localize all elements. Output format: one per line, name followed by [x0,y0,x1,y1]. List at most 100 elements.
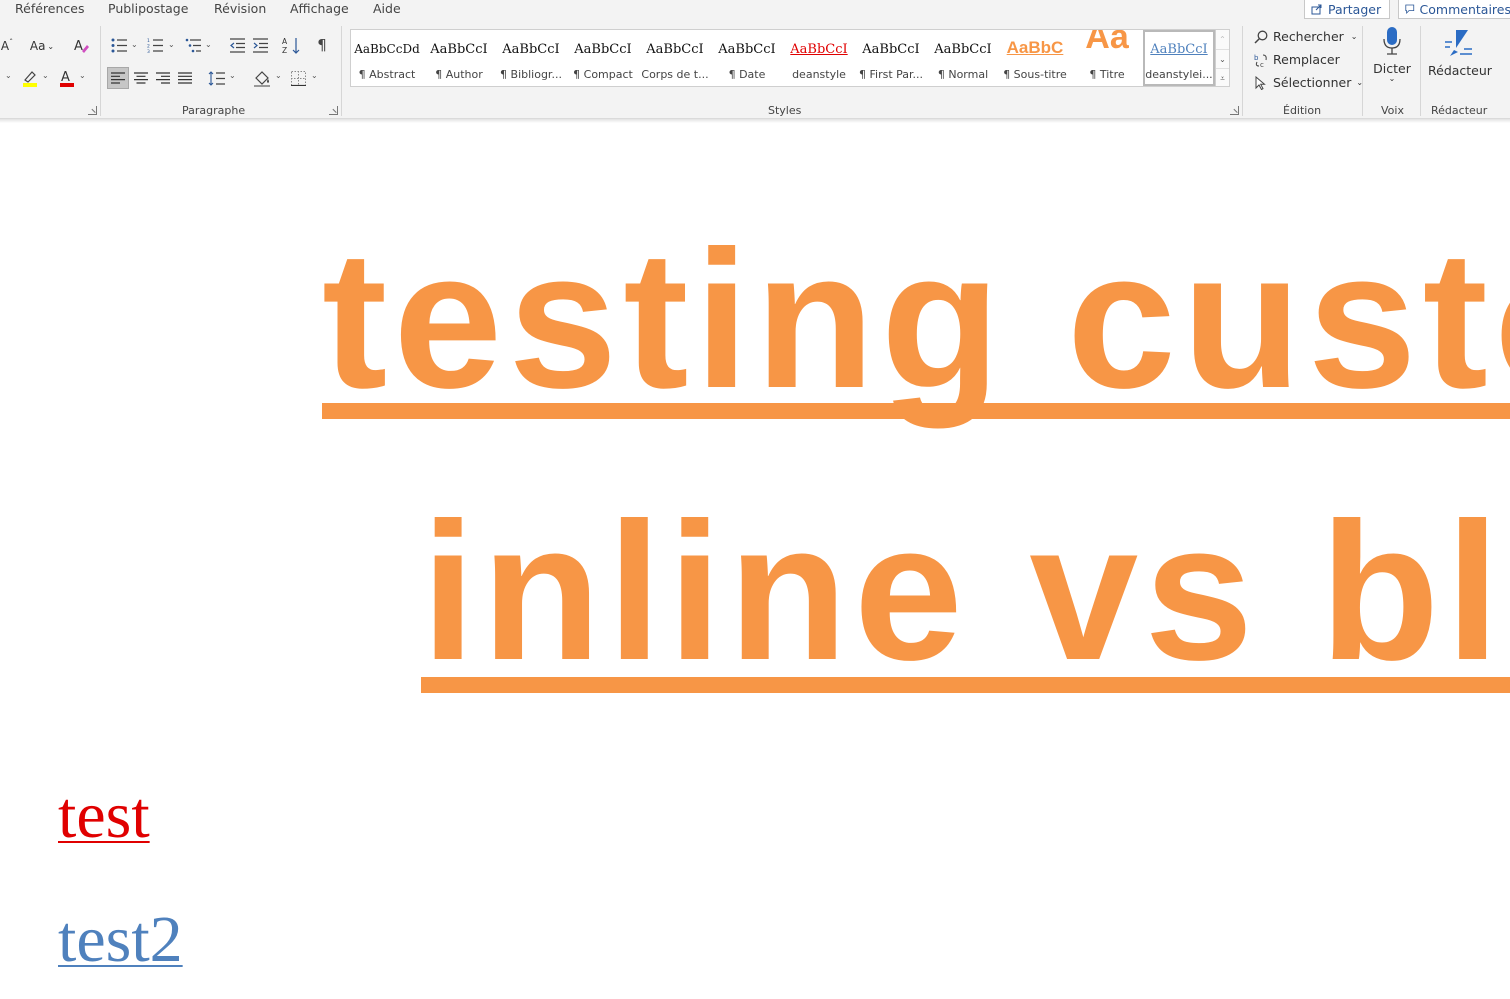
comments-button[interactable]: Commentaires [1398,0,1510,19]
justify-icon [178,72,192,84]
bullet-list-icon [111,38,127,52]
style-titre[interactable]: Aa ¶ Titre [1071,30,1143,86]
grow-font-label: A [0,39,10,53]
justify-button[interactable] [176,68,194,88]
styles-group-label: Styles [768,104,802,117]
tab-affichage[interactable]: Affichage [290,0,349,18]
document-link-test[interactable]: test [58,783,150,849]
numbering-button[interactable]: 1 2 3 [146,36,164,54]
sort-az-icon: A Z [282,37,299,55]
increase-indent-icon [252,37,268,53]
tab-references[interactable]: Références [15,0,84,18]
document-heading-line-2: inline vs blo [421,482,1510,701]
style-compact[interactable]: AaBbCcI ¶ Compact [567,30,639,86]
ribbon: Aˆ Aa ⌄ A ⌄ ⌄ A ⌄ ⌄ 1 2 3 ⌄ ⌄ A Z ¶ ⌄ ⌄ … [0,20,1510,119]
paragraph-dialog-launcher[interactable] [329,106,338,115]
align-center-button[interactable] [132,68,150,88]
style-deanstyleinline[interactable]: AaBbCcI deanstylei... [1143,30,1215,86]
editor-button[interactable]: Rédacteur [1428,26,1492,78]
style-deanstyle[interactable]: AaBbCcI deanstyle [783,30,855,86]
decrease-indent-button[interactable] [228,36,246,54]
voice-group-label: Voix [1381,104,1404,117]
change-case-button[interactable]: Aa ⌄ [27,38,57,54]
svg-text:Z: Z [282,46,287,55]
font-color-icon: A [60,70,74,87]
clear-formatting-icon: A [74,39,89,54]
heading-underline-2 [421,677,1510,693]
align-right-button[interactable] [154,68,172,88]
comments-label: Commentaires [1419,1,1510,17]
select-label: Sélectionner [1273,75,1352,90]
borders-button[interactable] [289,68,307,88]
menu-bar: Références Publipostage Révision Afficha… [0,0,1510,20]
style-bibliography[interactable]: AaBbCcI ¶ Bibliogr... [495,30,567,86]
align-right-icon [156,72,170,84]
gallery-scroll-down-button[interactable]: ⌄ [1216,49,1229,68]
style-normal[interactable]: AaBbCcI ¶ Normal [927,30,999,86]
multilevel-list-button[interactable] [184,36,202,54]
microphone-icon [1383,27,1401,55]
line-spacing-button[interactable] [206,68,226,88]
edition-group-label: Édition [1283,104,1322,117]
svg-text:A: A [61,70,70,85]
replace-icon: b c [1254,54,1267,67]
document-heading-line-1: testing custo [322,210,1510,429]
document-link-test2[interactable]: test2 [58,907,183,973]
shading-button[interactable] [252,67,272,89]
multilevel-list-icon [185,38,201,52]
select-button[interactable]: Sélectionner ⌄ [1254,75,1363,90]
font-color-button[interactable]: A [57,68,77,88]
bullets-button[interactable] [110,36,128,54]
pilcrow-icon: ¶ [317,36,327,54]
tab-aide[interactable]: Aide [373,0,401,18]
replace-label: Remplacer [1273,52,1340,67]
gallery-more-button[interactable]: ⩡ [1216,68,1229,87]
find-button[interactable]: Rechercher ⌄ [1254,29,1358,44]
styles-gallery-scroller: ⌃ ⌄ ⩡ [1216,29,1230,87]
show-formatting-marks-button[interactable]: ¶ [313,35,331,55]
highlight-color-button[interactable] [20,68,40,88]
style-date[interactable]: AaBbCcI ¶ Date [711,30,783,86]
tab-publipostage[interactable]: Publipostage [108,0,188,18]
style-sous-titre[interactable]: AaBbC ¶ Sous-titre [999,30,1071,86]
dictate-button[interactable]: Dicter ⌄ [1372,26,1412,83]
editor-label: Rédacteur [1428,63,1492,78]
style-first-paragraph[interactable]: AaBbCcI ¶ First Par... [855,30,927,86]
svg-text:A: A [282,37,288,46]
share-icon [1311,4,1322,15]
svg-text:b: b [1254,54,1259,62]
gallery-scroll-up-button[interactable]: ⌃ [1216,30,1229,49]
style-author[interactable]: AaBbCcI ¶ Author [423,30,495,86]
svg-text:A: A [74,39,83,54]
share-label: Partager [1328,1,1382,17]
align-left-icon [111,72,125,84]
editor-group-label: Rédacteur [1431,104,1488,117]
change-case-label: Aa [29,39,46,53]
document-canvas[interactable]: testing custo inline vs blo test test2 [0,123,1510,999]
find-label: Rechercher [1273,29,1344,44]
styles-dialog-launcher[interactable] [1230,106,1239,115]
editor-pen-icon [1445,30,1472,56]
svg-text:2: 2 [147,43,150,49]
heading-underline-1 [322,403,1510,419]
borders-icon [290,70,306,86]
numbered-list-icon: 1 2 3 [147,38,163,53]
comment-icon [1405,4,1415,14]
style-corps-de-texte[interactable]: AaBbCcI Corps de t... [639,30,711,86]
style-abstract[interactable]: AaBbCcDd ¶ Abstract [351,30,423,86]
align-left-button[interactable] [107,67,129,89]
replace-button[interactable]: b c Remplacer [1254,52,1340,67]
search-icon [1254,30,1268,44]
sort-button[interactable]: A Z [281,35,301,55]
font-dialog-launcher[interactable] [88,106,97,115]
highlighter-icon [23,71,37,87]
svg-text:1: 1 [147,38,150,44]
paint-bucket-icon [254,71,270,87]
clear-formatting-button[interactable]: A [72,36,90,54]
share-button[interactable]: Partager [1304,0,1390,19]
increase-indent-button[interactable] [251,36,269,54]
grow-font-button[interactable]: Aˆ [0,38,14,54]
paragraph-group-label: Paragraphe [182,104,246,117]
tab-revision[interactable]: Révision [214,0,266,18]
cursor-arrow-icon [1255,75,1266,90]
